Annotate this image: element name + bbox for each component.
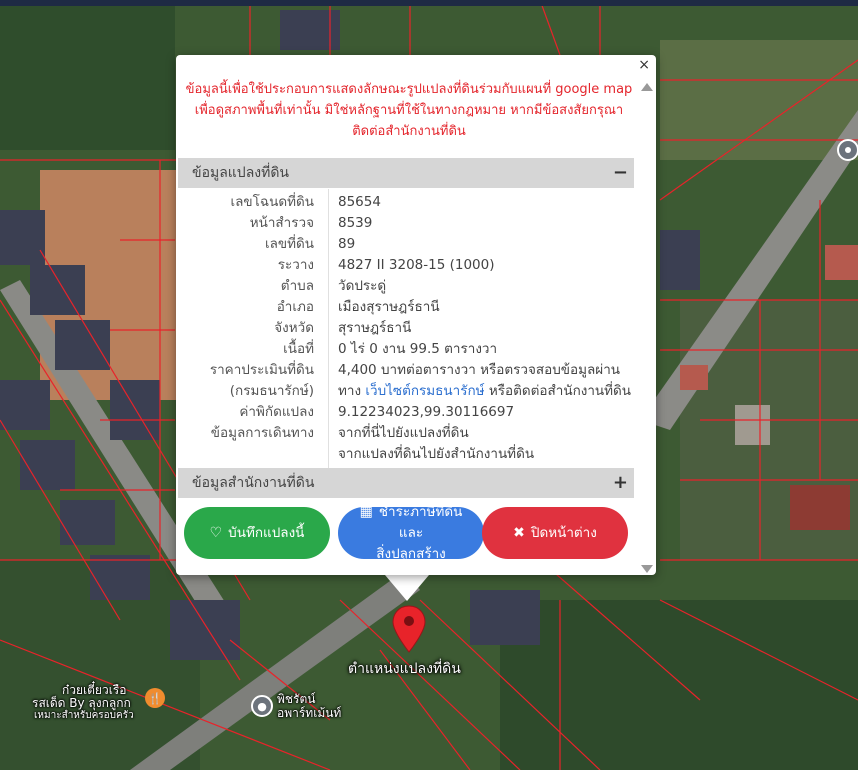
coordinate-link[interactable]: 9.12234023,99.30116697: [338, 402, 514, 423]
poi-label-restaurant[interactable]: ก๋วยเตี๋ยวเรือ: [62, 683, 126, 697]
info-row: เลขโฉนดที่ดิน 85654: [178, 192, 634, 213]
row-value: 4,400 บาทต่อตารางวา หรือตรวจสอบข้อมูลผ่า…: [338, 362, 620, 378]
coord-row: ค่าพิกัดแปลง 9.12234023,99.30116697: [178, 402, 634, 423]
parcel-info-table: เลขโฉนดที่ดิน 85654 หน้าสำรวจ 8539 เลขที…: [178, 189, 634, 469]
button-label: ▦ ชำระภาษีที่ดินและ สิ่งปลูกสร้าง: [348, 502, 474, 565]
marker-label: ตำแหน่งแปลงที่ดิน: [348, 661, 461, 677]
section-title: ข้อมูลสำนักงานที่ดิน: [192, 475, 315, 491]
section-parcel-header[interactable]: ข้อมูลแปลงที่ดิน −: [178, 158, 634, 188]
parcel-info-popup: × ข้อมูลนี้เพื่อใช้ประกอบการแสดงลักษณะรู…: [176, 55, 656, 575]
info-row: จังหวัด สุราษฎร์ธานี: [178, 318, 634, 339]
treasury-website-link[interactable]: เว็บไซต์กรมธนารักษ์: [365, 383, 484, 399]
pay-tax-button[interactable]: ▦ ชำระภาษีที่ดินและ สิ่งปลูกสร้าง: [338, 504, 484, 562]
poi-subtitle: อพาร์ทเม้นท์: [277, 706, 342, 720]
poi-label-restaurant-desc: เหมาะสำหรับครอบครัว: [34, 709, 134, 723]
row-label: ราคาประเมินที่ดิน: [209, 362, 314, 378]
poi-title: ก๋วยเตี๋ยวเรือ: [62, 683, 127, 697]
button-label: บันทึกแปลงนี้: [228, 524, 305, 541]
price-text: ทาง: [338, 383, 366, 399]
price-row: ราคาประเมินที่ดิน 4,400 บาทต่อตารางวา หร…: [178, 360, 634, 381]
button-label: ปิดหน้าต่าง: [530, 524, 597, 541]
row-value: วัดประดู่: [338, 278, 387, 294]
price-text: หรือติดต่อสำนักงานที่ดิน: [484, 383, 632, 399]
directions-to-parcel-link[interactable]: จากที่นี่ไปยังแปลงที่ดิน: [338, 423, 469, 444]
apartment-icon[interactable]: ●: [251, 695, 273, 717]
row-label: ค่าพิกัดแปลง: [239, 404, 314, 420]
row-value: สุราษฎร์ธานี: [338, 320, 412, 336]
row-value: 85654: [338, 194, 381, 210]
info-row: เลขที่ดิน 89: [178, 234, 634, 255]
collapse-icon[interactable]: −: [613, 158, 628, 188]
heart-icon: ♡: [209, 524, 223, 541]
restaurant-icon[interactable]: 🍴: [145, 688, 165, 708]
poi-title: พิชรัตน์: [277, 692, 316, 706]
row-label: อำเภอ: [276, 299, 314, 315]
directions-to-office-link[interactable]: จากแปลงที่ดินไปยังสำนักงานที่ดิน: [338, 444, 534, 465]
section-title: ข้อมูลแปลงที่ดิน: [192, 165, 290, 181]
info-row: หน้าสำรวจ 8539: [178, 213, 634, 234]
row-label: จังหวัด: [274, 320, 314, 336]
row-value: 8539: [338, 215, 373, 231]
directions-row: ข้อมูลการเดินทาง จากที่นี่ไปยังแปลงที่ดิ…: [178, 423, 634, 444]
button-label-line2: สิ่งปลูกสร้าง: [376, 545, 446, 562]
poi-description: เหมาะสำหรับครอบครัว: [34, 710, 134, 721]
close-icon[interactable]: ×: [638, 57, 650, 73]
info-row: อำเภอ เมืองสุราษฎร์ธานี: [178, 297, 634, 318]
scroll-up-arrow-icon[interactable]: [641, 83, 653, 91]
row-label: (กรมธนารักษ์): [229, 383, 314, 399]
row-value: 0 ไร่ 0 งาน 99.5 ตารางวา: [338, 341, 498, 357]
section-office-header[interactable]: ข้อมูลสำนักงานที่ดิน +: [178, 468, 634, 498]
poi-label-restaurant-name[interactable]: รสเด็ด By ลุงกลูกก: [32, 696, 131, 710]
poi-subtitle: รสเด็ด By ลุงกลูกก: [32, 696, 131, 710]
scroll-down-arrow-icon[interactable]: [641, 565, 653, 573]
row-label: เลขที่ดิน: [264, 236, 314, 252]
directions-row-2: จากแปลงที่ดินไปยังสำนักงานที่ดิน: [178, 444, 634, 465]
row-value: ทาง เว็บไซต์กรมธนารักษ์ หรือติดต่อสำนักง…: [338, 381, 631, 402]
row-label: ข้อมูลการเดินทาง: [210, 425, 314, 441]
row-label: ระวาง: [277, 257, 314, 273]
top-bar: [0, 0, 858, 6]
disclaimer-text: ข้อมูลนี้เพื่อใช้ประกอบการแสดงลักษณะรูปแ…: [185, 82, 633, 139]
row-label: หน้าสำรวจ: [249, 215, 314, 231]
row-value: 4827 II 3208-15 (1000): [338, 257, 495, 273]
row-value: เมืองสุราษฎร์ธานี: [338, 299, 440, 315]
price-row-2: (กรมธนารักษ์) ทาง เว็บไซต์กรมธนารักษ์ หร…: [178, 381, 634, 402]
close-icon: ✖: [513, 524, 525, 541]
row-value: 89: [338, 236, 356, 252]
row-label: เลขโฉนดที่ดิน: [230, 194, 314, 210]
poi-label-apartment[interactable]: พิชรัตน์ อพาร์ทเม้นท์: [277, 692, 341, 720]
popup-tail: [385, 575, 429, 601]
save-parcel-button[interactable]: ♡ บันทึกแปลงนี้: [184, 507, 330, 559]
button-label-line1: ชำระภาษีที่ดินและ: [378, 503, 463, 541]
row-label: เนื้อที่: [283, 341, 314, 357]
expand-icon[interactable]: +: [613, 468, 628, 498]
qr-code-icon: ▦: [359, 503, 373, 520]
close-window-button[interactable]: ✖ ปิดหน้าต่าง: [482, 507, 628, 559]
info-row: ตำบล วัดประดู่: [178, 276, 634, 297]
info-row: เนื้อที่ 0 ไร่ 0 งาน 99.5 ตารางวา: [178, 339, 634, 360]
info-row: ระวาง 4827 II 3208-15 (1000): [178, 255, 634, 276]
row-label: ตำบล: [280, 278, 314, 294]
